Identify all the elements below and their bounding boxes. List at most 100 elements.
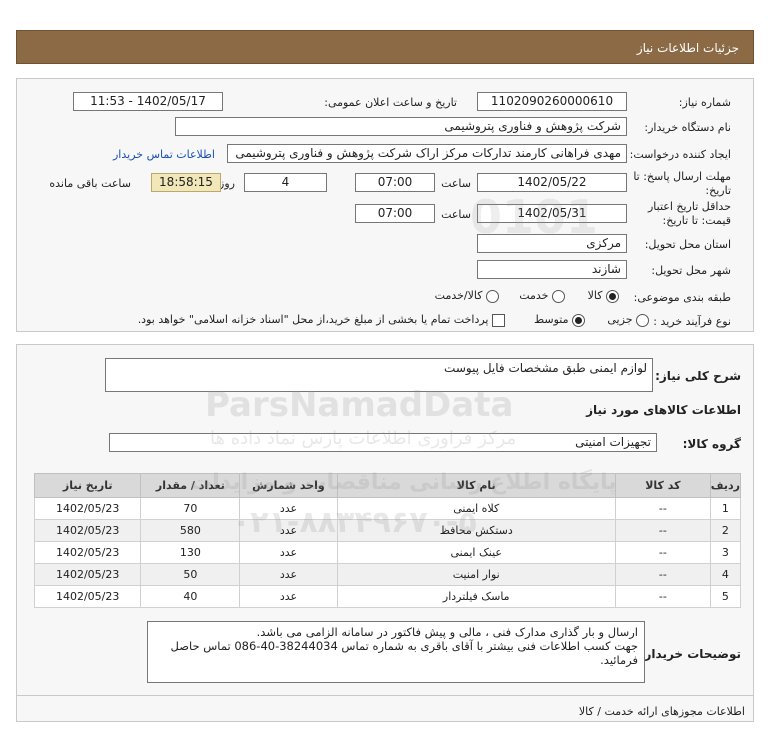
cell-code: --: [614, 541, 711, 564]
remaining-label: ساعت باقی مانده: [49, 177, 131, 190]
cell-unit: عدد: [239, 497, 338, 520]
col-unit-header: واحد شمارش: [239, 473, 338, 498]
requester-label: ایجاد کننده درخواست:: [629, 148, 731, 161]
goods-table: ردیف کد کالا نام کالا واحد شمارش تعداد /…: [33, 473, 742, 608]
process-minor-radio[interactable]: [636, 313, 649, 327]
category-goods-radio[interactable]: [606, 289, 619, 303]
need-info-panel: شماره نیاز: 1102090260000610 تاریخ و ساع…: [16, 78, 754, 332]
province-field: مرکزی: [477, 234, 627, 253]
col-code-header: کد کالا: [614, 473, 711, 498]
cell-unit: عدد: [239, 519, 338, 542]
goods-group-field: تجهیزات امنیتی: [109, 433, 657, 452]
cell-qty: 50: [140, 563, 241, 586]
process-option-medium[interactable]: متوسط: [534, 313, 585, 327]
cell-name: کلاه ایمنی: [336, 497, 616, 520]
announce-datetime-field: 1402/05/17 - 11:53: [73, 92, 223, 111]
category-label: طبقه بندی موضوعی:: [633, 291, 731, 304]
buyer-notes-field: ارسال و بار گذاری مدارک فنی ، مالی و پیش…: [147, 621, 645, 683]
table-row: 5 -- ماسک فیلتردار عدد 40 1402/05/23: [33, 585, 742, 608]
goods-group-label: گروه کالا:: [682, 437, 741, 451]
cell-date: 1402/05/23: [33, 563, 142, 586]
category-option-goods[interactable]: کالا: [588, 289, 619, 303]
col-name-header: نام کالا: [336, 473, 616, 498]
announce-label: تاریخ و ساعت اعلان عمومی:: [324, 96, 457, 109]
cell-qty: 130: [140, 541, 241, 564]
category-option-goods-service[interactable]: کالا/خدمت: [435, 289, 499, 303]
cell-date: 1402/05/23: [33, 519, 142, 542]
city-field: شازند: [477, 260, 627, 279]
treasury-payment-option[interactable]: پرداخت تمام یا بخشی از مبلغ خرید،از محل …: [138, 313, 505, 327]
cell-row: 5: [709, 585, 742, 608]
table-row: 1 -- کلاه ایمنی عدد 70 1402/05/23: [33, 497, 742, 520]
cell-date: 1402/05/23: [33, 541, 142, 564]
page-header: جزئیات اطلاعات نیاز: [16, 30, 754, 64]
treasury-payment-label: پرداخت تمام یا بخشی از مبلغ خرید،از محل …: [137, 313, 489, 326]
deadline-time-label: ساعت: [441, 177, 471, 190]
cell-code: --: [614, 519, 711, 542]
category-goods-label: کالا: [587, 289, 603, 302]
treasury-payment-checkbox[interactable]: [492, 313, 505, 327]
cell-name: عینک ایمنی: [336, 541, 616, 564]
buyer-contact-link[interactable]: اطلاعات تماس خریدار: [113, 148, 215, 161]
footer-divider: [17, 695, 753, 696]
validity-label-date: قیمت: تا تاریخ:: [662, 214, 731, 227]
deadline-label: مهلت ارسال پاسخ: تا: [633, 170, 731, 183]
validity-date-field: 1402/05/31: [477, 204, 627, 223]
category-option-service[interactable]: خدمت: [519, 289, 565, 303]
cell-code: --: [614, 563, 711, 586]
category-goods-service-label: کالا/خدمت: [434, 289, 483, 302]
goods-table-header: ردیف کد کالا نام کالا واحد شمارش تعداد /…: [33, 473, 742, 498]
cell-row: 4: [709, 563, 742, 586]
category-service-radio[interactable]: [552, 289, 565, 303]
buyer-notes-line-1: ارسال و بار گذاری مدارک فنی ، مالی و پیش…: [256, 625, 638, 639]
col-row-header: ردیف: [709, 473, 742, 498]
category-service-label: خدمت: [519, 289, 549, 302]
process-minor-label: جزیی: [607, 313, 633, 326]
table-row: 3 -- عینک ایمنی عدد 130 1402/05/23: [33, 541, 742, 564]
cell-name: دستکش محافظ: [336, 519, 616, 542]
cell-row: 3: [709, 541, 742, 564]
page-title: جزئیات اطلاعات نیاز: [636, 41, 739, 55]
province-label: استان محل تحویل:: [644, 238, 731, 251]
category-goods-service-radio[interactable]: [486, 289, 499, 303]
cell-qty: 40: [140, 585, 241, 608]
col-date-header: تاریخ نیاز: [33, 473, 142, 498]
validity-time-label: ساعت: [441, 208, 471, 221]
need-description-panel: شرح کلی نیاز: لوازم ایمنی طبق مشخصات فای…: [16, 344, 754, 722]
table-row: 2 -- دستکش محافظ عدد 580 1402/05/23: [33, 519, 742, 542]
goods-info-title: اطلاعات کالاهای مورد نیاز: [586, 403, 741, 417]
need-number-field: 1102090260000610: [477, 92, 627, 111]
summary-field: لوازم ایمنی طبق مشخصات فایل پیوست: [105, 358, 653, 392]
cell-unit: عدد: [239, 541, 338, 564]
cell-row: 2: [709, 519, 742, 542]
buyer-notes-label: توضیحات خریدار:: [639, 647, 741, 661]
validity-label: حداقل تاریخ اعتبار: [647, 200, 731, 213]
validity-time-field: 07:00: [355, 204, 435, 223]
deadline-label-date: تاریخ:: [705, 184, 731, 197]
deadline-time-field: 07:00: [355, 173, 435, 192]
buyer-org-field: شرکت پژوهش و فناوری پتروشیمی: [175, 117, 627, 136]
buyer-org-label: نام دستگاه خریدار:: [644, 121, 731, 134]
need-number-label: شماره نیاز:: [678, 96, 731, 109]
cell-qty: 580: [140, 519, 241, 542]
summary-label: شرح کلی نیاز:: [655, 369, 741, 383]
col-qty-header: تعداد / مقدار: [140, 473, 241, 498]
process-medium-radio[interactable]: [572, 313, 585, 327]
cell-code: --: [614, 585, 711, 608]
deadline-date-field: 1402/05/22: [477, 173, 627, 192]
requester-field: مهدی فراهانی کارمند تدارکات مرکز اراک شر…: [227, 144, 627, 163]
days-remaining-field: 4: [244, 173, 327, 192]
cell-qty: 70: [140, 497, 241, 520]
process-medium-label: متوسط: [533, 313, 569, 326]
cell-unit: عدد: [239, 563, 338, 586]
service-permits-title: اطلاعات مجوزهای ارائه خدمت / کالا: [578, 705, 745, 718]
process-option-minor[interactable]: جزیی: [607, 313, 649, 327]
table-row: 4 -- نوار امنیت عدد 50 1402/05/23: [33, 563, 742, 586]
cell-name: ماسک فیلتردار: [336, 585, 616, 608]
city-label: شهر محل تحویل:: [651, 264, 731, 277]
cell-code: --: [614, 497, 711, 520]
time-remaining-field: 18:58:15: [151, 173, 221, 192]
cell-date: 1402/05/23: [33, 497, 142, 520]
buyer-notes-line-2: جهت کسب اطلاعات فنی بیشتر با آقای باقری …: [170, 639, 638, 667]
process-label: نوع فرآیند خرید :: [653, 315, 731, 328]
